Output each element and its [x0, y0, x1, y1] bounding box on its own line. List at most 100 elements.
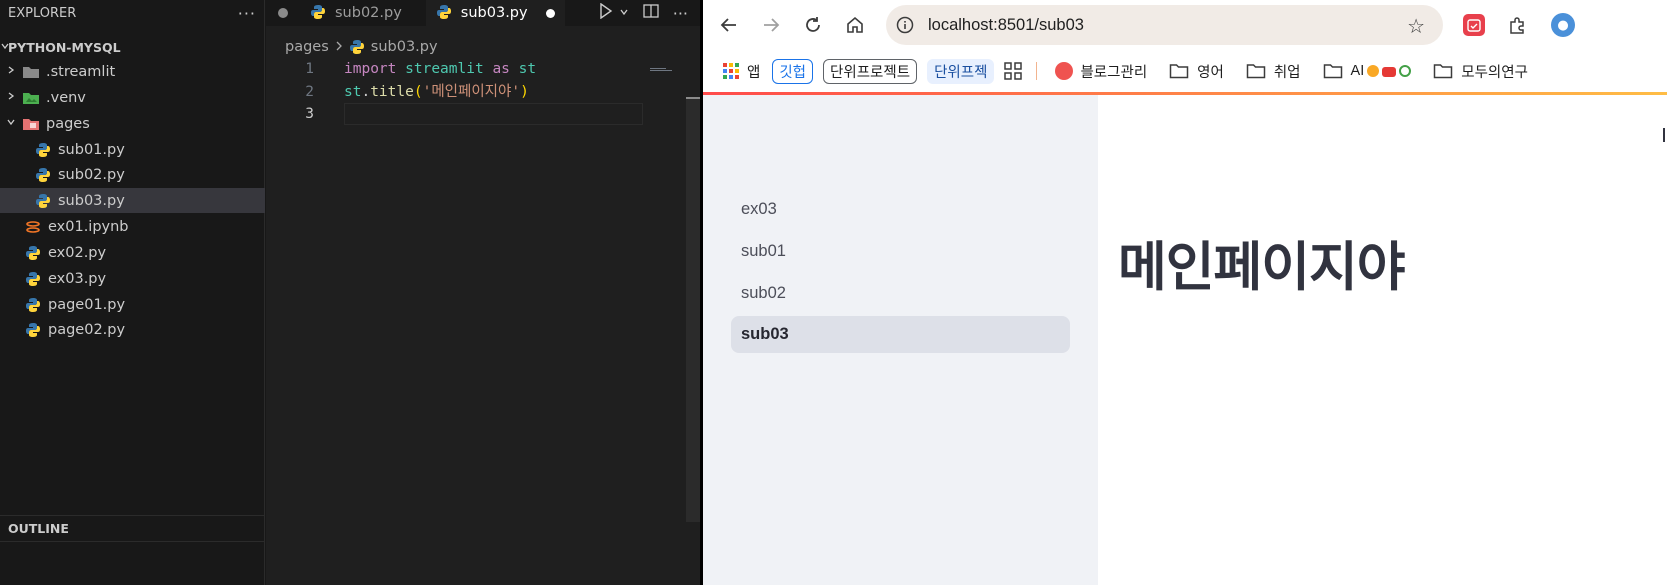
unsaved-dot-icon [278, 8, 288, 18]
home-icon[interactable] [842, 12, 868, 38]
extensions-puzzle-icon[interactable] [1506, 13, 1530, 37]
project-root[interactable]: PYTHON-MYSQL [0, 36, 265, 58]
folder-icon [1246, 63, 1266, 79]
tree-item-ex01-notebook[interactable]: ex01.ipynb [0, 214, 265, 239]
tree-item-ex02[interactable]: ex02.py [0, 240, 265, 265]
bookmark-separator [1036, 62, 1038, 80]
tree-item-label: sub02.py [58, 166, 125, 183]
bookmark-label: 블로그관리 [1080, 64, 1148, 81]
calendar-extension-icon[interactable] [1463, 14, 1485, 36]
code-line-2: st.title('메인페이지야') [344, 81, 536, 104]
bookmark-folder-modu[interactable]: 모두의연구 [1433, 61, 1528, 82]
bookmark-unit-project-short[interactable]: 단위프젝 [927, 58, 995, 84]
bookmark-unit-project[interactable]: 단위프로젝트 [823, 58, 918, 84]
run-icon[interactable] [599, 2, 613, 23]
tab-sub02[interactable]: sub02.py [300, 0, 412, 26]
blog-logo-icon [1055, 62, 1074, 80]
sidebar-nav-label: sub03 [741, 325, 789, 343]
bookmark-apps[interactable]: 앱 [723, 61, 760, 82]
url-input[interactable] [928, 15, 1388, 35]
line-number: 3 [305, 106, 314, 122]
python-icon [349, 39, 365, 55]
bookmark-folder-ai[interactable]: AI [1323, 63, 1412, 79]
scrollbar-thumb[interactable] [686, 97, 700, 522]
line-number: 1 [305, 61, 314, 77]
sidebar-nav-sub03[interactable]: sub03 [731, 316, 1070, 353]
sidebar-nav-sub02[interactable]: sub02 [731, 275, 1070, 312]
tree-item-label: page01.py [48, 296, 126, 313]
bookmark-blog[interactable]: 블로그관리 [1055, 61, 1147, 82]
sidebar-nav-label: sub02 [741, 284, 786, 302]
browser-window: ☆ ● 앱 깃헙 단위프로젝트 단위프젝 [703, 0, 1667, 585]
python-icon [436, 4, 454, 22]
screen: EXPLORER ··· PYTHON-MYSQL .streamlit .ve… [0, 0, 1667, 585]
forward-arrow-icon[interactable] [758, 12, 784, 38]
python-icon [24, 296, 42, 314]
bookmark-label: 모두의연구 [1461, 64, 1528, 81]
tree-item-ex03[interactable]: ex03.py [0, 266, 265, 291]
streamlit-sidebar: ex03 sub01 sub02 sub03 [703, 95, 1098, 585]
split-editor-icon[interactable] [643, 3, 659, 23]
tree-item-label: ex02.py [48, 244, 107, 261]
sidebar-nav-label: sub01 [741, 242, 786, 260]
bookmark-star-icon[interactable]: ☆ [1407, 14, 1425, 38]
tree-item-label: ex03.py [48, 270, 107, 287]
punctuation: ( [413, 83, 423, 100]
tree-item-venv-folder[interactable]: .venv [0, 85, 265, 110]
code-area[interactable]: import streamlit as st st.title('메인페이지야'… [344, 58, 536, 126]
clipped-menu-icon[interactable] [1663, 128, 1667, 142]
python-icon [24, 244, 42, 262]
minimap[interactable] [650, 58, 678, 71]
reload-icon[interactable] [800, 12, 826, 38]
back-arrow-icon[interactable] [716, 12, 742, 38]
tree-item-page02[interactable]: page02.py [0, 317, 265, 342]
outline-title: OUTLINE [8, 521, 69, 536]
bookmark-label: 앱 [747, 64, 761, 81]
chevron-right-icon [6, 65, 16, 78]
chevron-down-icon[interactable] [619, 5, 629, 21]
sidebar-nav-label: ex03 [741, 200, 777, 218]
keyword: as [492, 61, 510, 77]
profile-avatar[interactable]: ● [1551, 13, 1575, 37]
bookmark-grid-icon[interactable] [1004, 62, 1023, 80]
bookmark-label: 영어 [1197, 64, 1224, 81]
site-info-icon[interactable] [894, 14, 916, 36]
tree-item-streamlit-folder[interactable]: .streamlit [0, 59, 265, 84]
tree-item-pages-folder[interactable]: pages [0, 111, 265, 136]
folder-icon [1169, 63, 1189, 79]
explorer-title: EXPLORER [8, 5, 77, 21]
chevron-right-icon [335, 40, 343, 55]
line-number-gutter: 1 2 3 [266, 58, 326, 126]
bookmark-folder-job[interactable]: 취업 [1246, 61, 1301, 82]
more-actions-icon[interactable]: ··· [673, 4, 688, 23]
chevron-down-icon [0, 41, 9, 54]
bookmark-folder-english[interactable]: 영어 [1169, 61, 1224, 82]
outline-section-header[interactable]: OUTLINE [0, 515, 265, 541]
folder-icon [1323, 63, 1343, 79]
browser-toolbar: ☆ ● [703, 0, 1667, 52]
more-actions-icon[interactable]: ··· [238, 4, 256, 23]
string-literal: '메인페이지야' [422, 83, 521, 100]
jupyter-icon [24, 218, 42, 236]
breadcrumb-folder[interactable]: pages [285, 39, 329, 55]
address-bar[interactable]: ☆ [886, 5, 1443, 45]
page-title: 메인페이지야 [1118, 238, 1406, 297]
tree-item-sub02[interactable]: sub02.py [0, 162, 265, 187]
function-name: title [370, 83, 414, 100]
sidebar-nav-sub01[interactable]: sub01 [731, 233, 1070, 270]
tab-sub03[interactable]: sub03.py [425, 0, 565, 26]
breadcrumb-file[interactable]: sub03.py [371, 39, 438, 55]
tree-item-page01[interactable]: page01.py [0, 292, 265, 317]
chevron-down-icon [6, 117, 16, 130]
project-name: PYTHON-MYSQL [8, 39, 121, 55]
tree-item-sub03[interactable]: sub03.py [0, 188, 265, 213]
sidebar-nav-ex03[interactable]: ex03 [731, 191, 1070, 228]
venv-folder-icon [22, 89, 40, 107]
unsaved-dot-icon[interactable] [545, 8, 555, 18]
bookmark-github[interactable]: 깃헙 [772, 58, 814, 84]
tree-item-label: sub03.py [58, 192, 125, 209]
scrollbar-cursor-marker [686, 97, 700, 99]
python-icon [34, 166, 52, 184]
tree-item-sub01[interactable]: sub01.py [0, 137, 265, 162]
